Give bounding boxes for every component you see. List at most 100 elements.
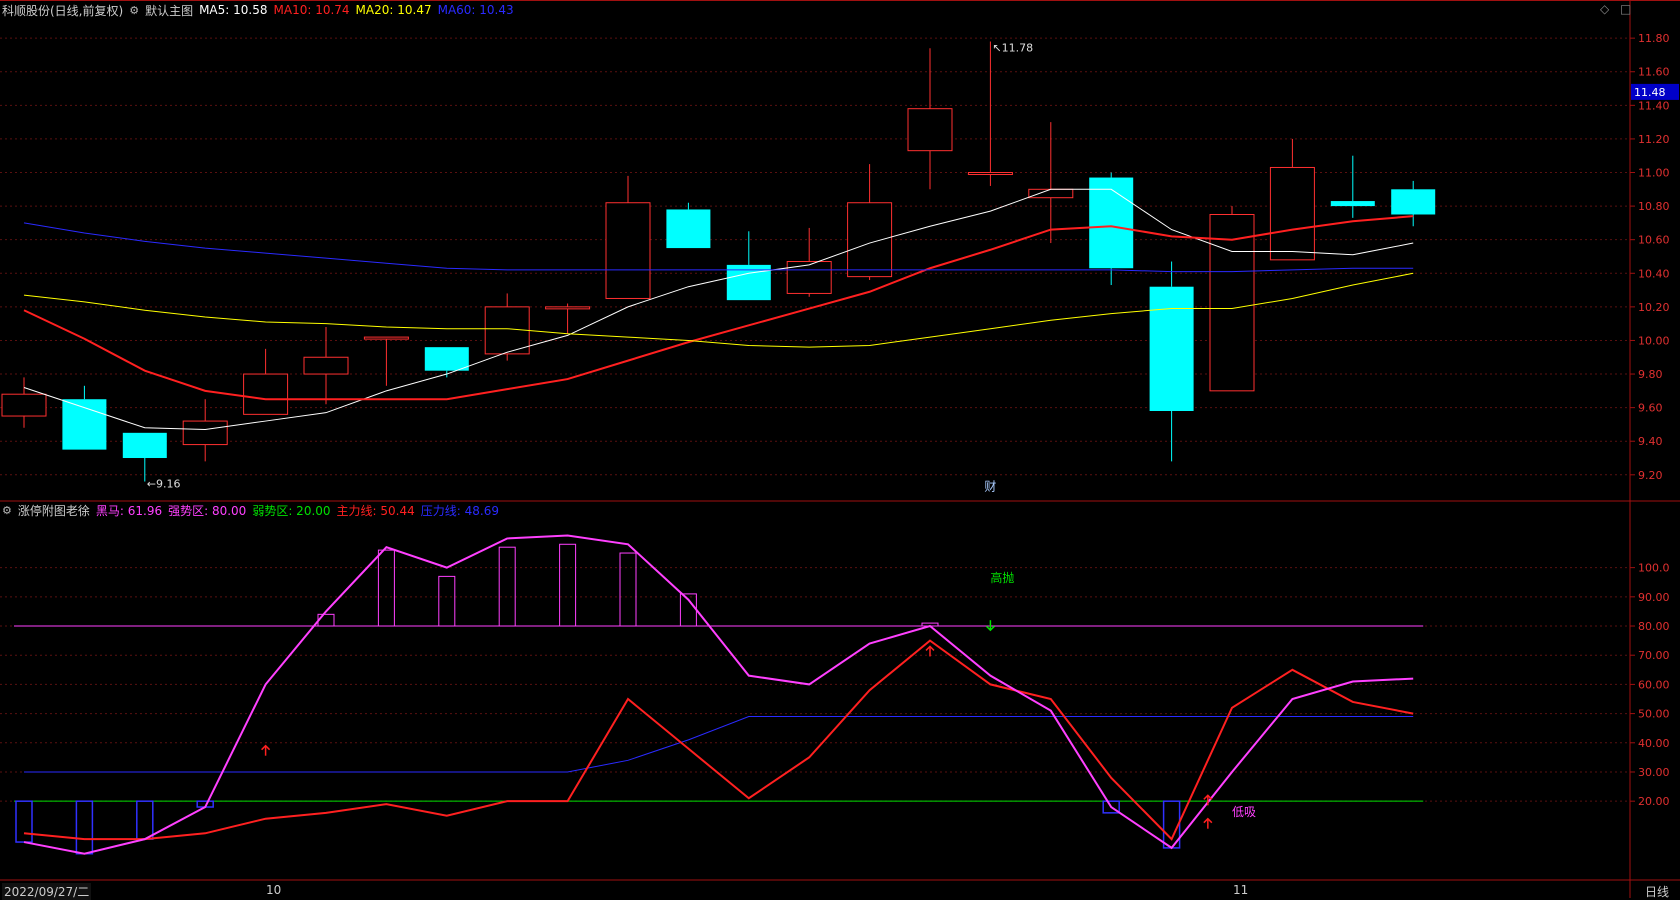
candle-body (907, 108, 953, 152)
stock-title[interactable]: 科顺股份(日线,前复权) (2, 2, 123, 19)
sub-header: ⚙ 涨停附图老徐 黑马: 61.96 强势区: 80.00 弱势区: 20.00… (2, 501, 499, 519)
main-tick-label: 11.00 (1638, 167, 1670, 180)
sub-tick-label: 70.00 (1638, 649, 1670, 662)
main-tick-label: 11.80 (1638, 32, 1670, 45)
pressure-label: 压力线: 48.69 (420, 503, 499, 518)
weak-zone-label: 弱势区: 20.00 (252, 503, 331, 518)
candle (545, 303, 591, 334)
main-tick-label: 9.60 (1638, 402, 1663, 415)
window-restore-icon[interactable]: □ (1620, 2, 1631, 16)
weak-bar (15, 800, 33, 843)
diamond-icon[interactable]: ◇ (1600, 2, 1609, 16)
down-arrow-icon (985, 620, 995, 632)
sub-title[interactable]: 涨停附图老徐 (18, 502, 90, 519)
main-tick-label: 9.40 (1638, 435, 1663, 448)
candle (1209, 206, 1255, 392)
main-tick-label: 9.20 (1638, 469, 1663, 482)
sub-tick-label: 90.00 (1638, 591, 1670, 604)
sub-tick-label: 50.00 (1638, 708, 1670, 721)
stock-chart[interactable]: 9.20 9.40 9.60 9.80 10.00 10.20 10.40 10.60 10.8… (0, 0, 1680, 898)
candle (182, 399, 228, 462)
chart-frame (0, 0, 1680, 898)
candle (847, 164, 893, 280)
ma60-label: MA60: 10.43 (437, 3, 514, 17)
ma-line-ma60 (23, 222, 1414, 273)
strong-bar (498, 546, 516, 627)
candle (424, 347, 469, 378)
sub-indicator-plot[interactable] (14, 534, 1424, 855)
ma-line-ma20 (23, 272, 1414, 348)
sub-tick-label: 100.0 (1638, 562, 1670, 575)
candle-body (1391, 189, 1436, 215)
main-tick-label: 11.40 (1638, 99, 1670, 112)
candle-body (545, 306, 591, 310)
candle-body (1028, 188, 1074, 199)
main-tick-label: 11.60 (1638, 66, 1670, 79)
candle-body (424, 347, 469, 371)
settings-gear-icon[interactable]: ⚙ (129, 4, 139, 17)
finance-marker: 财 (984, 480, 996, 494)
month-11-label: 11 (1233, 883, 1249, 897)
indicator-line-2 (24, 716, 1414, 773)
sub-tick-label: 80.00 (1638, 620, 1670, 633)
indicator-line-0 (23, 534, 1414, 855)
candle (605, 175, 651, 299)
candle-body (605, 202, 651, 299)
candle-body (1209, 213, 1255, 392)
main-tick-label: 10.00 (1638, 334, 1670, 347)
candle (1391, 180, 1436, 227)
sub-grid (0, 567, 1630, 802)
indicator-line-1 (23, 639, 1414, 841)
strong-bar (619, 552, 637, 627)
ma-line-ma5 (23, 188, 1414, 430)
candle-body (1089, 177, 1134, 269)
candle-body (967, 172, 1013, 176)
candle-body (303, 356, 349, 375)
signal-label: 低吸 (1232, 805, 1256, 819)
main-y-axis: 9.20 9.40 9.60 9.80 10.00 10.20 10.40 10.60 10.8… (1630, 32, 1679, 482)
sub-tick-label: 30.00 (1638, 766, 1670, 779)
candle (1149, 261, 1194, 462)
candle (1330, 155, 1375, 218)
candle-body (122, 432, 167, 459)
heima-label: 黑马: 61.96 (95, 503, 163, 518)
main-tick-label: 10.40 (1638, 267, 1670, 280)
weak-bar (75, 800, 94, 855)
candle-body (182, 420, 228, 446)
main-candle-plot[interactable] (1, 41, 1436, 482)
up-arrow-icon (1203, 817, 1213, 829)
candle (122, 432, 167, 482)
strong-bar (438, 575, 456, 627)
up-arrow-icon (925, 645, 935, 657)
candle (484, 293, 530, 361)
candle (243, 348, 289, 415)
ma20-label: MA20: 10.47 (355, 3, 432, 17)
main-header: 科顺股份(日线,前复权) ⚙ 默认主图 MA5: 10.58 MA10: 10.… (2, 1, 514, 19)
sub-gear-icon[interactable]: ⚙ (2, 504, 12, 517)
main-tick-label: 10.20 (1638, 301, 1670, 314)
candle (1269, 138, 1315, 261)
candle (786, 227, 832, 297)
sub-tick-label: 40.00 (1638, 737, 1670, 750)
candle-body (1269, 166, 1315, 261)
start-date: 2022/09/27/二 (2, 883, 92, 900)
current-price-label: 11.48 (1634, 86, 1666, 99)
ma5-label: MA5: 10.58 (199, 3, 268, 17)
annotations: ←9.16 ↖11.78 财高抛低吸 (147, 42, 1256, 829)
main-chart-label[interactable]: 默认主图 (145, 2, 193, 19)
candle-body (847, 202, 893, 278)
candle-body (1330, 201, 1375, 207)
high-price-marker: ↖11.78 (992, 42, 1033, 55)
weak-bar (136, 800, 154, 840)
candle (967, 41, 1013, 186)
ma10-label: MA10: 10.74 (273, 3, 350, 17)
strong-zone-label: 强势区: 80.00 (168, 503, 247, 518)
candle-body (363, 336, 409, 340)
main-force-label: 主力线: 50.44 (336, 503, 415, 518)
candle (1, 377, 47, 428)
candle (726, 231, 771, 301)
strong-bar (559, 543, 577, 627)
main-tick-label: 11.20 (1638, 133, 1670, 146)
candle (666, 202, 711, 249)
period-label[interactable]: 日线 (1645, 883, 1669, 900)
